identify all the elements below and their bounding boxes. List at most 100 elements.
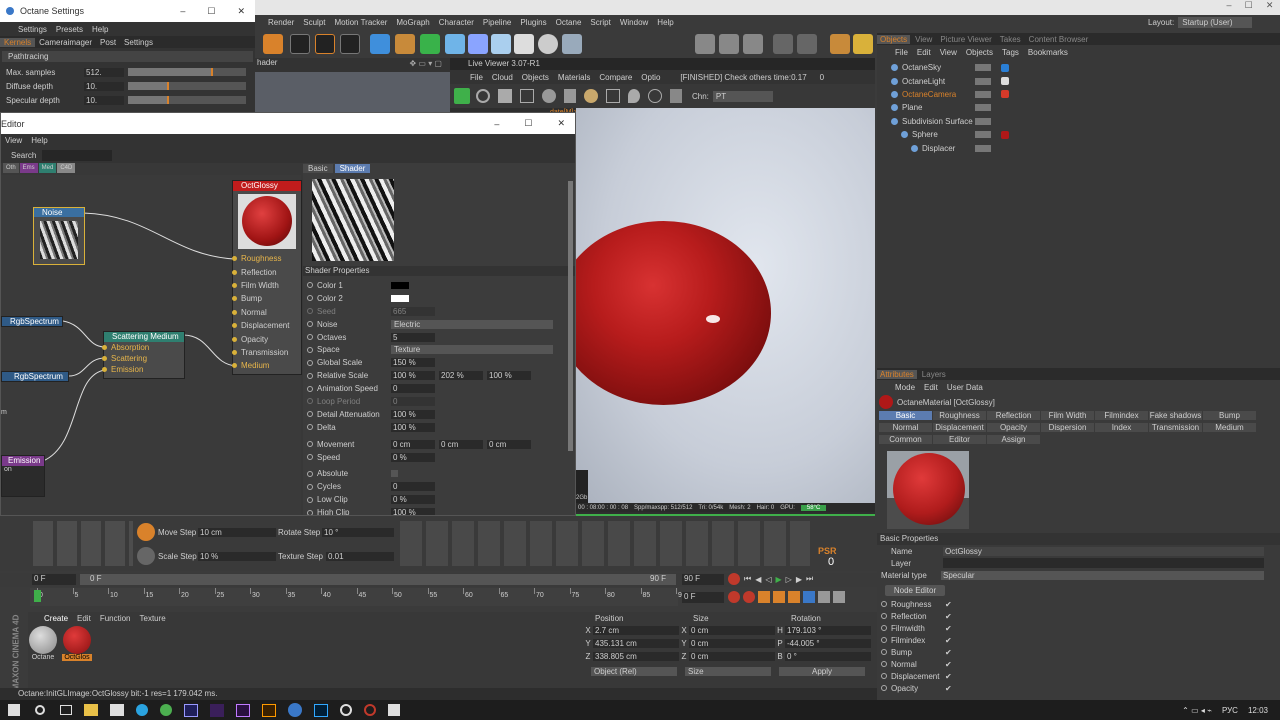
visibility-dots-icon[interactable]	[975, 131, 991, 139]
shader-prop-field[interactable]: 0	[391, 384, 435, 394]
anim-dot-icon[interactable]	[307, 346, 313, 353]
subdivision-icon[interactable]	[420, 34, 440, 54]
grid-icon[interactable]	[830, 34, 850, 54]
scale-mode-icon[interactable]	[137, 547, 155, 565]
color-swatch[interactable]	[391, 281, 409, 289]
lv-menu-compare[interactable]: Compare	[599, 73, 632, 82]
object-row[interactable]: OctaneCamera	[877, 88, 1280, 101]
attr-tab-attributes[interactable]: Attributes	[877, 369, 917, 379]
anim-dot-icon[interactable]	[307, 398, 313, 405]
node-input-film-width[interactable]: Film Width	[232, 279, 301, 292]
anim-dot-icon[interactable]	[307, 372, 313, 379]
obj-tab-view[interactable]: View	[912, 35, 935, 44]
material-item[interactable]: Octane	[28, 626, 58, 661]
attr-tab-roughness[interactable]: Roughness	[933, 411, 986, 420]
node-input-displacement[interactable]: Displacement	[232, 319, 301, 332]
lock-icon[interactable]	[564, 89, 576, 103]
object-row[interactable]: Sphere	[877, 128, 1280, 141]
checkmark-icon[interactable]: ✔	[945, 624, 952, 633]
maximize-icon[interactable]: ☐	[1245, 0, 1253, 15]
play-icon[interactable]: ▶	[776, 575, 782, 584]
close-icon[interactable]: ✕	[237, 6, 245, 17]
object-tag-icon[interactable]	[1001, 130, 1009, 139]
coords-rotation-field[interactable]: -44.005 °	[785, 639, 871, 648]
current-frame-field[interactable]: 0 F	[682, 592, 724, 603]
rotate-step-field[interactable]: 10 °	[322, 528, 394, 537]
coords-size-dropdown[interactable]: Size	[685, 666, 771, 676]
snap-icon-2[interactable]	[719, 34, 739, 54]
scale-step-field[interactable]: 10 %	[198, 552, 276, 561]
shader-prop-field[interactable]: 100 %	[487, 371, 531, 381]
object-row[interactable]: Plane	[877, 101, 1280, 114]
move-step-field[interactable]: 10 cm	[198, 528, 276, 537]
record-active-icon[interactable]	[728, 591, 740, 603]
render-settings-icon[interactable]	[340, 34, 360, 54]
tray-clock[interactable]: 12:03	[1248, 706, 1268, 715]
os-param-slider[interactable]	[128, 96, 246, 104]
anim-dot-icon[interactable]	[307, 509, 313, 515]
object-row[interactable]: Subdivision Surface	[877, 115, 1280, 128]
material-ball-icon[interactable]	[584, 89, 598, 103]
shader-prop-field[interactable]: 665	[391, 306, 435, 316]
shader-prop-field[interactable]: 0	[391, 482, 435, 492]
editor-menu-view[interactable]: View	[5, 136, 22, 145]
mat-menu-edit[interactable]: Edit	[77, 614, 91, 623]
attr-menu-edit[interactable]: Edit	[924, 383, 938, 392]
visibility-dots-icon[interactable]	[975, 90, 991, 98]
os-param-slider[interactable]	[128, 68, 246, 76]
coords-position-field[interactable]: 435.131 cm	[593, 639, 679, 648]
task-view-icon[interactable]	[60, 705, 72, 715]
menu-octane[interactable]: Octane	[556, 18, 582, 27]
checkmark-icon[interactable]: ✔	[945, 648, 952, 657]
taskbar-c4d-icon[interactable]	[288, 703, 302, 717]
attr-tab-assign[interactable]: Assign	[987, 435, 1040, 444]
checkmark-icon[interactable]: ✔	[945, 684, 952, 693]
obj-menu-edit[interactable]: Edit	[917, 48, 931, 57]
obj-tab-takes[interactable]: Takes	[997, 35, 1024, 44]
region-select-icon[interactable]	[606, 89, 620, 103]
shader-prop-field[interactable]: 0 cm	[487, 439, 531, 449]
object-tag-icon[interactable]	[1001, 90, 1009, 99]
record-icon[interactable]	[728, 573, 740, 585]
anim-dot-icon[interactable]	[881, 685, 887, 691]
menu-help[interactable]: Help	[657, 18, 673, 27]
node-input-emission[interactable]: Emission	[102, 364, 184, 375]
node-input-scattering[interactable]: Scattering	[102, 353, 184, 364]
filter-tab-c4d[interactable]: C4D	[57, 163, 76, 173]
coords-mode-dropdown[interactable]: Object (Rel)	[591, 666, 677, 676]
object-tag-icon[interactable]	[1001, 63, 1009, 72]
anim-dot-icon[interactable]	[881, 673, 887, 679]
anim-dot-icon[interactable]	[307, 483, 313, 490]
attr-tab-fake-shadows[interactable]: Fake shadows	[1149, 411, 1202, 420]
attr-tab-opacity[interactable]: Opacity	[987, 423, 1040, 432]
checkmark-icon[interactable]: ✔	[945, 672, 952, 681]
coords-size-field[interactable]: 0 cm	[689, 626, 775, 635]
visibility-dots-icon[interactable]	[975, 77, 991, 85]
node-input-roughness[interactable]: Roughness	[232, 252, 301, 265]
frame-range-slider[interactable]: 0 F	[80, 574, 676, 585]
node-input-transmission[interactable]: Transmission	[232, 346, 301, 359]
object-row[interactable]: OctaneLight	[877, 74, 1280, 87]
rot-key-icon[interactable]	[773, 591, 785, 603]
layout-dropdown[interactable]: Startup (User)	[1178, 16, 1253, 28]
maximize-icon[interactable]: ☐	[524, 118, 532, 129]
coords-rotation-field[interactable]: 179.103 °	[785, 626, 871, 635]
pla-key-icon[interactable]	[818, 591, 830, 603]
workplane-icon[interactable]	[773, 34, 793, 54]
pick-focus-icon[interactable]	[628, 89, 640, 103]
obj-menu-bookmarks[interactable]: Bookmarks	[1028, 48, 1068, 57]
attr-tab-normal[interactable]: Normal	[879, 423, 932, 432]
shader-prop-field[interactable]: 0 %	[391, 495, 435, 505]
visibility-dots-icon[interactable]	[975, 104, 991, 112]
shader-prop-field[interactable]: 0 cm	[439, 439, 483, 449]
anim-dot-icon[interactable]	[881, 637, 887, 643]
lv-menu-optio[interactable]: Optio	[641, 73, 660, 82]
minimize-icon[interactable]: –	[494, 119, 499, 129]
attr-tab-displacement[interactable]: Displacement	[933, 423, 986, 432]
shader-prop-field[interactable]: 0 %	[391, 452, 435, 462]
mat-menu-create[interactable]: Create	[44, 614, 68, 623]
goto-start-icon[interactable]: ⏮	[744, 574, 751, 584]
node-input-normal[interactable]: Normal	[232, 306, 301, 319]
shader-prop-field[interactable]: 0 cm	[391, 439, 435, 449]
attr-tab-layers[interactable]: Layers	[919, 370, 949, 379]
